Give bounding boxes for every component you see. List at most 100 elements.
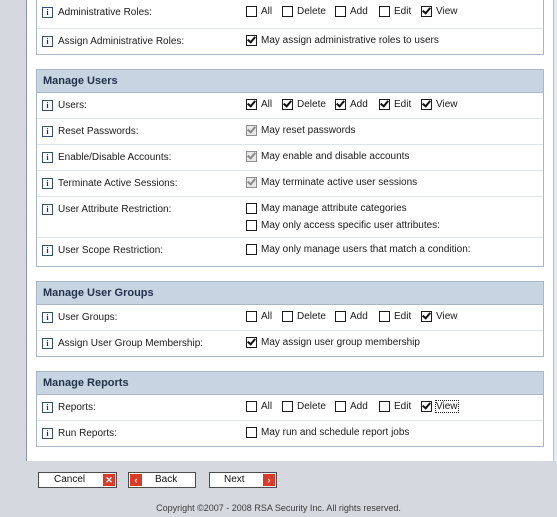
permission-option[interactable]: May enable and disable accounts xyxy=(246,151,409,162)
checkbox-label: Edit xyxy=(394,6,412,17)
checkbox[interactable] xyxy=(246,244,257,255)
info-icon[interactable]: i xyxy=(42,100,53,111)
permission-option[interactable]: May assign administrative roles to users xyxy=(246,35,439,46)
wizard-frame: i Administrative Roles: All Delete Add Edit Vi… xyxy=(26,0,557,461)
permission-option[interactable]: Add xyxy=(335,401,368,412)
permission-row: i Enable/Disable Accounts: May enable and … xyxy=(37,144,543,170)
permission-option[interactable]: View xyxy=(421,6,458,17)
permission-option[interactable]: View xyxy=(421,400,459,413)
checkbox-checked[interactable] xyxy=(421,99,432,110)
info-icon[interactable]: i xyxy=(42,428,53,439)
info-icon[interactable]: i xyxy=(42,245,53,256)
permission-option[interactable]: Edit xyxy=(379,311,411,322)
permission-options: May reset passwords xyxy=(246,125,355,142)
checkbox-label: Add xyxy=(350,311,368,322)
permission-label: User Attribute Restriction: xyxy=(58,204,172,215)
checkbox[interactable] xyxy=(282,401,293,412)
checkbox-checked[interactable] xyxy=(246,35,257,46)
permission-option[interactable]: May only manage users that match a condi… xyxy=(246,244,471,255)
checkbox-label: Edit xyxy=(394,401,412,412)
info-icon[interactable]: i xyxy=(42,126,53,137)
checkbox-checked[interactable] xyxy=(421,311,432,322)
checkbox[interactable] xyxy=(282,6,293,17)
permission-option[interactable]: Delete xyxy=(282,311,326,322)
permission-options: May enable and disable accounts xyxy=(246,151,409,168)
checkbox-checked[interactable] xyxy=(335,99,346,110)
manage-reports-section: Manage Reports i Reports: All Delete Add Edit… xyxy=(36,371,544,447)
checkbox[interactable] xyxy=(335,6,346,17)
checkbox-checked[interactable] xyxy=(379,99,390,110)
checkbox[interactable] xyxy=(246,203,257,214)
back-arrow-icon: ‹ xyxy=(130,474,142,486)
permission-label: Terminate Active Sessions: xyxy=(58,178,178,189)
checkbox-label: View xyxy=(436,6,458,17)
permission-option[interactable]: Edit xyxy=(379,99,411,110)
info-icon[interactable]: i xyxy=(42,338,53,349)
checkbox[interactable] xyxy=(379,311,390,322)
permission-option[interactable]: Edit xyxy=(379,401,411,412)
permission-option[interactable]: Delete xyxy=(282,6,326,17)
checkbox[interactable] xyxy=(246,220,257,231)
permission-option[interactable]: All xyxy=(246,311,272,322)
permission-option[interactable]: Add xyxy=(335,99,368,110)
checkbox-checked[interactable] xyxy=(421,6,432,17)
info-icon[interactable]: i xyxy=(42,152,53,163)
checkbox[interactable] xyxy=(335,401,346,412)
permissions-content: i Administrative Roles: All Delete Add Edit Vi… xyxy=(36,0,544,447)
permission-option[interactable]: Delete xyxy=(282,401,326,412)
permission-option[interactable]: View xyxy=(421,311,458,322)
next-button-label: Next xyxy=(224,474,245,485)
permission-option[interactable]: May manage attribute categories xyxy=(246,203,407,214)
info-icon[interactable]: i xyxy=(42,36,53,47)
permission-option[interactable]: Add xyxy=(335,311,368,322)
permission-row: i Run Reports: May run and schedule report… xyxy=(37,420,543,446)
checkbox-label: Delete xyxy=(297,311,326,322)
checkbox[interactable] xyxy=(282,311,293,322)
checkbox[interactable] xyxy=(379,401,390,412)
permission-options: May manage attribute categories May only … xyxy=(246,203,440,237)
checkbox[interactable] xyxy=(379,6,390,17)
checkbox-checked[interactable] xyxy=(246,99,257,110)
checkbox-label: View xyxy=(435,400,459,413)
next-button[interactable]: Next › xyxy=(209,472,277,488)
cancel-button[interactable]: Cancel ✕ xyxy=(38,472,117,488)
permission-row: i Reports: All Delete Add Edit View xyxy=(37,395,543,420)
permission-option[interactable]: May terminate active user sessions xyxy=(246,177,417,188)
permission-option[interactable]: All xyxy=(246,6,272,17)
checkbox-label: Add xyxy=(350,99,368,110)
checkbox-checked[interactable] xyxy=(246,337,257,348)
permission-option[interactable]: Delete xyxy=(282,99,326,110)
permission-option[interactable]: All xyxy=(246,401,272,412)
info-icon[interactable]: i xyxy=(42,7,53,18)
checkbox[interactable] xyxy=(246,427,257,438)
checkbox-checked[interactable] xyxy=(421,401,432,412)
info-icon[interactable]: i xyxy=(42,312,53,323)
permission-label: User Scope Restriction: xyxy=(58,245,164,256)
permission-option[interactable]: Add xyxy=(335,6,368,17)
info-icon[interactable]: i xyxy=(42,402,53,413)
checkbox[interactable] xyxy=(246,311,257,322)
checkbox-checked[interactable] xyxy=(282,99,293,110)
section-header-manage-users: Manage Users xyxy=(37,70,543,93)
permission-option[interactable]: All xyxy=(246,99,272,110)
permission-option[interactable]: May run and schedule report jobs xyxy=(246,427,409,438)
checkbox-label: All xyxy=(261,311,273,322)
checkbox-label: Delete xyxy=(297,401,326,412)
permission-option[interactable]: Edit xyxy=(379,6,411,17)
permission-row: i Assign Administrative Roles: May assign … xyxy=(37,28,543,54)
permission-option[interactable]: View xyxy=(421,99,458,110)
checkbox[interactable] xyxy=(246,6,257,17)
info-icon[interactable]: i xyxy=(42,178,53,189)
permission-option[interactable]: May only access specific user attributes… xyxy=(246,220,440,231)
info-icon[interactable]: i xyxy=(42,204,53,215)
checkbox[interactable] xyxy=(246,401,257,412)
checkbox-checked xyxy=(246,125,257,136)
checkbox-label: All xyxy=(261,401,273,412)
permission-option[interactable]: May assign user group membership xyxy=(246,337,420,348)
permission-label: Reports: xyxy=(58,402,96,413)
cancel-button-label: Cancel xyxy=(54,474,86,485)
permission-option[interactable]: May reset passwords xyxy=(246,125,355,136)
checkbox[interactable] xyxy=(335,311,346,322)
scrollbar[interactable] xyxy=(553,0,557,461)
back-button[interactable]: ‹ Back xyxy=(128,472,196,488)
